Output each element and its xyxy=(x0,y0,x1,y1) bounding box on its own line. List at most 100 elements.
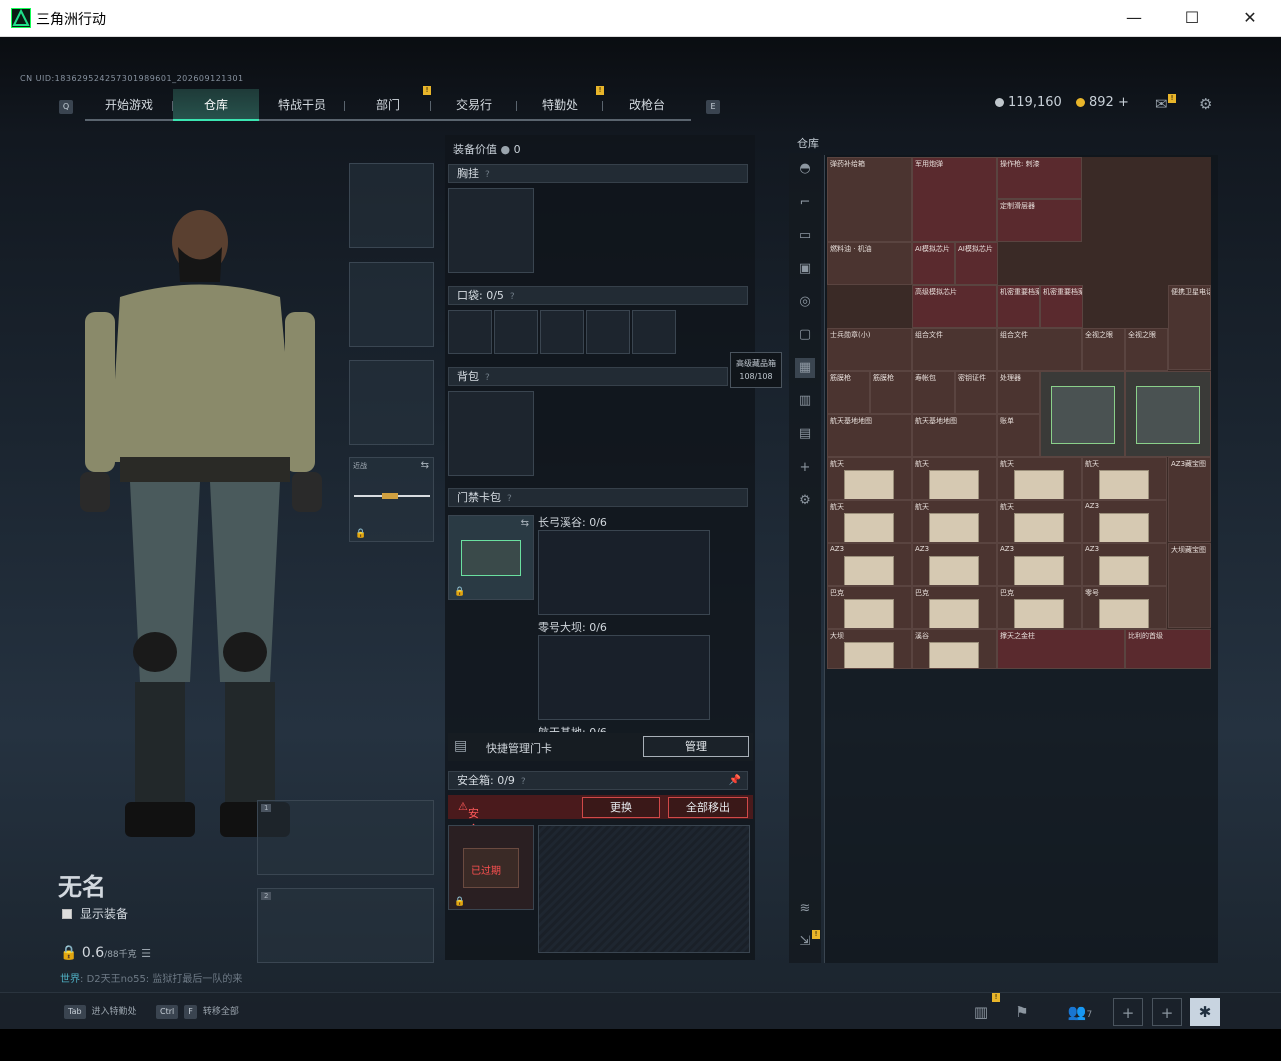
warehouse-item[interactable]: 定制滑层器 xyxy=(997,199,1082,242)
nav-next-key[interactable]: E xyxy=(706,100,720,114)
settings-gear-icon[interactable]: ⚙ xyxy=(1199,95,1212,113)
warehouse-item[interactable]: 军用炮弹 xyxy=(912,157,997,242)
warehouse-item[interactable]: AZ3 xyxy=(1082,543,1167,586)
backpack-slot[interactable] xyxy=(448,391,534,476)
sort-settings-icon[interactable]: ⚙ xyxy=(795,491,815,511)
flag-icon[interactable]: ⚑ xyxy=(1007,998,1037,1026)
warehouse-item[interactable]: AZ3 xyxy=(997,543,1082,586)
minimize-button[interactable]: — xyxy=(1120,6,1148,30)
pocket-slot[interactable] xyxy=(494,310,538,354)
close-button[interactable]: ✕ xyxy=(1236,6,1264,30)
add-token-button[interactable]: + xyxy=(1118,95,1129,110)
collection-filter-icon[interactable]: ▦ xyxy=(795,358,815,378)
misc-filter-icon[interactable]: ▤ xyxy=(795,424,815,444)
world-chat-line[interactable]: 世界: D2天王no55: 监狱打最后一队的来 xyxy=(60,970,242,985)
friends-icon[interactable]: 👥7 xyxy=(1058,998,1102,1026)
warehouse-item[interactable]: 巴克 xyxy=(827,586,912,629)
warehouse-item[interactable]: 操作枪: 刺漆 xyxy=(997,157,1082,199)
warehouse-item[interactable]: 巴克 xyxy=(997,586,1082,629)
safe-box-slot[interactable]: 已过期 🔒 xyxy=(448,825,534,910)
warehouse-item[interactable]: 弹药补给箱 xyxy=(827,157,912,242)
add-squad-slot-icon[interactable]: + xyxy=(1113,998,1143,1026)
show-equipment-toggle[interactable]: 显示装备 xyxy=(62,905,128,922)
tab-gunsmith[interactable]: 改枪台 xyxy=(603,89,691,121)
stats-icon[interactable]: ▥ xyxy=(966,998,996,1026)
warehouse-item[interactable]: 航天基地地图 xyxy=(912,414,997,457)
warehouse-item[interactable]: 撑天之金柱 xyxy=(997,629,1125,669)
warehouse-item[interactable]: 高级模拟芯片 xyxy=(912,285,997,328)
help-icon[interactable]: ? xyxy=(507,494,512,504)
helmet-slot[interactable] xyxy=(349,163,434,248)
weight-detail-icon[interactable]: ☰ xyxy=(141,947,151,960)
map1-keycard-grid[interactable] xyxy=(538,530,710,615)
warehouse-item[interactable]: 巴克 xyxy=(912,586,997,629)
gear-filter-icon[interactable]: ▭ xyxy=(795,226,815,246)
mail-icon[interactable]: ✉ xyxy=(1155,95,1168,113)
armor-slot[interactable] xyxy=(349,262,434,347)
warehouse-item[interactable]: 燃料油 · 机油 xyxy=(827,242,912,285)
warehouse-item[interactable]: 比利的首级 xyxy=(1125,629,1211,669)
chest-rig-slot[interactable] xyxy=(448,188,534,273)
warehouse-item[interactable]: AZ3 xyxy=(912,543,997,586)
warehouse-item[interactable]: 机密重要档案 xyxy=(997,285,1040,328)
warehouse-item[interactable]: 寿帐包 xyxy=(912,371,955,414)
warehouse-item[interactable]: 航天基地地图 xyxy=(827,414,912,457)
swap-icon[interactable]: ⇆ xyxy=(521,518,529,529)
warehouse-item[interactable]: 零号 xyxy=(1082,586,1167,629)
warehouse-item[interactable]: 溪谷 xyxy=(912,629,997,669)
keycard-case-slot[interactable]: ⇆ 🔒 xyxy=(448,515,534,600)
helmet-filter-icon[interactable]: ◓ xyxy=(795,159,815,179)
pin-icon[interactable]: 📌 xyxy=(729,772,741,789)
warehouse-item[interactable]: 航天 xyxy=(912,457,997,500)
token-balance[interactable]: 892 + xyxy=(1076,95,1129,110)
manage-button[interactable]: 管理 xyxy=(643,736,749,757)
pocket-slot[interactable] xyxy=(632,310,676,354)
add-squad-slot-icon[interactable]: + xyxy=(1152,998,1182,1026)
nav-prev-key[interactable]: Q xyxy=(59,100,73,114)
tab-special-ops[interactable]: 特勤处 xyxy=(517,89,603,121)
tab-department[interactable]: 部门 xyxy=(345,89,431,121)
tab-warehouse[interactable]: 仓库 xyxy=(173,89,259,121)
warehouse-item[interactable]: 账单 xyxy=(997,414,1040,457)
help-icon[interactable]: ? xyxy=(485,170,490,180)
warehouse-item[interactable]: 航天 xyxy=(827,457,912,500)
warehouse-item[interactable]: 士兵勋章(小) xyxy=(827,328,912,371)
avatar[interactable]: ✱ xyxy=(1190,998,1220,1026)
warehouse-item[interactable]: 航天 xyxy=(1082,457,1167,500)
warehouse-item[interactable]: 全视之眼 xyxy=(1082,328,1125,371)
warehouse-item[interactable]: 航天 xyxy=(997,457,1082,500)
melee-slot[interactable]: 近战 ⇆ 🔒 xyxy=(349,457,434,542)
help-icon[interactable]: ? xyxy=(485,373,490,383)
tab-trade[interactable]: 交易行 xyxy=(431,89,517,121)
replace-button[interactable]: 更换 xyxy=(582,797,660,818)
sidearm-slot[interactable] xyxy=(349,360,434,445)
primary-weapon-slot-1[interactable]: 1 xyxy=(257,800,434,875)
safe-box-grid[interactable] xyxy=(538,825,750,953)
pocket-slot[interactable] xyxy=(448,310,492,354)
add-tab-icon[interactable]: + xyxy=(795,458,815,478)
warehouse-item[interactable]: 大坝藏宝图 xyxy=(1168,543,1211,628)
warehouse-item[interactable]: AZ3 xyxy=(1082,500,1167,543)
warehouse-item[interactable]: 处理器 xyxy=(997,371,1040,414)
warehouse-item[interactable]: 全视之眼 xyxy=(1125,328,1168,371)
pocket-slot[interactable] xyxy=(586,310,630,354)
key-filter-icon[interactable]: ▥ xyxy=(795,391,815,411)
tab-operators[interactable]: 特战干员 xyxy=(259,89,345,121)
collection-crate[interactable] xyxy=(1125,371,1211,457)
primary-weapon-slot-2[interactable]: 2 xyxy=(257,888,434,963)
warehouse-item[interactable]: 机密重要档案 xyxy=(1040,285,1083,328)
swap-icon[interactable]: ⇆ xyxy=(421,460,429,471)
help-icon[interactable]: ? xyxy=(510,292,515,302)
move-all-button[interactable]: 全部移出 xyxy=(668,797,748,818)
warehouse-item[interactable]: 密钥证件 xyxy=(955,371,997,414)
checkbox[interactable] xyxy=(62,909,72,919)
tab-start-game[interactable]: 开始游戏 xyxy=(85,89,173,121)
map2-keycard-grid[interactable] xyxy=(538,635,710,720)
warehouse-item[interactable]: AZ3藏宝图 xyxy=(1168,457,1211,542)
warehouse-item[interactable]: 便携卫星电话 xyxy=(1168,285,1211,370)
warehouse-item[interactable]: AI模拟芯片 xyxy=(955,242,998,285)
warehouse-item[interactable]: 筋膜枪 xyxy=(870,371,912,414)
warehouse-item[interactable]: 航天 xyxy=(912,500,997,543)
transfer-all-hint[interactable]: Ctrl F 转移全部 xyxy=(156,1004,239,1019)
layers-icon[interactable]: ≋ xyxy=(795,899,815,919)
